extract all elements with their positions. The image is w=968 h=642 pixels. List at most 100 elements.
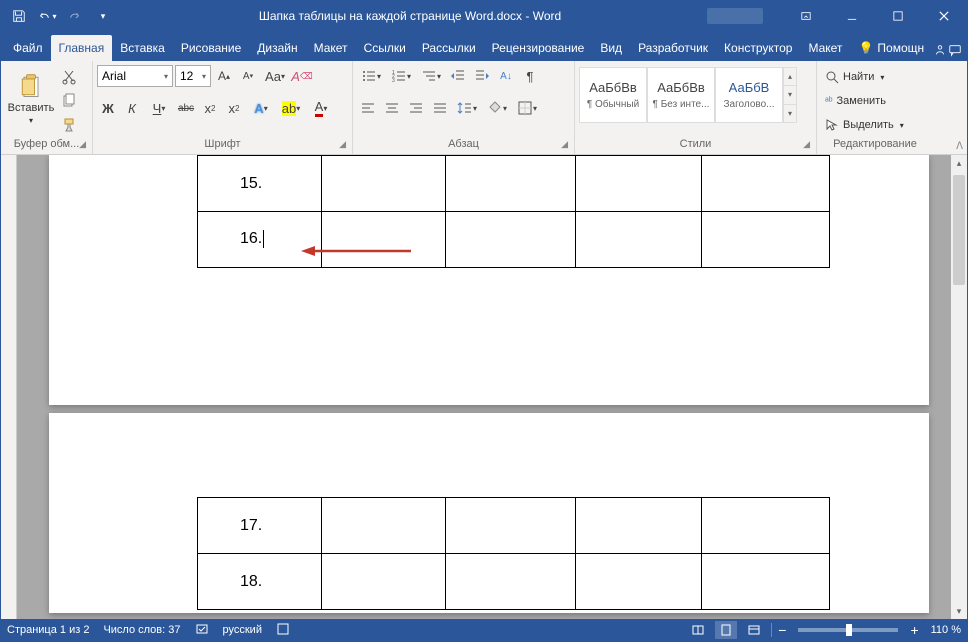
maximize-button[interactable] <box>875 1 921 31</box>
align-left-icon[interactable] <box>357 97 379 119</box>
tab-view[interactable]: Вид <box>592 35 630 61</box>
tab-review[interactable]: Рецензирование <box>484 35 593 61</box>
minimize-button[interactable] <box>829 1 875 31</box>
select-button[interactable]: Выделить▾ <box>821 115 908 135</box>
italic-button[interactable]: К <box>121 97 143 119</box>
tab-draw[interactable]: Рисование <box>173 35 249 61</box>
document-table-2[interactable]: 17. 18. <box>197 497 830 610</box>
print-layout-icon[interactable] <box>715 621 737 639</box>
ribbon-display-options[interactable] <box>783 1 829 31</box>
replace-button[interactable]: ᵃᵇЗаменить <box>821 91 908 111</box>
borders-icon[interactable]: ▾ <box>513 97 541 119</box>
tab-layout[interactable]: Макет <box>306 35 356 61</box>
change-case-icon[interactable]: Aa▾ <box>261 65 289 87</box>
style-no-spacing[interactable]: АаБбВв¶ Без инте... <box>647 67 715 123</box>
vertical-ruler[interactable] <box>1 155 17 619</box>
redo-icon[interactable] <box>65 6 85 26</box>
page-indicator[interactable]: Страница 1 из 2 <box>7 624 89 636</box>
find-button[interactable]: Найти▾ <box>821 67 908 87</box>
tab-insert[interactable]: Вставка <box>112 35 173 61</box>
statusbar: Страница 1 из 2 Число слов: 37 русский −… <box>1 619 967 641</box>
style-normal[interactable]: АаБбВв¶ Обычный <box>579 67 647 123</box>
ribbon-tabs: Файл Главная Вставка Рисование Дизайн Ма… <box>1 31 967 61</box>
highlight-icon[interactable]: ab▾ <box>277 97 305 119</box>
font-name-select[interactable]: Arial▾ <box>97 65 173 87</box>
tab-table-design[interactable]: Конструктор <box>716 35 800 61</box>
accessibility-icon[interactable] <box>276 622 290 639</box>
vertical-scrollbar[interactable]: ▴ ▾ <box>951 155 967 619</box>
read-mode-icon[interactable] <box>687 621 709 639</box>
collapse-ribbon-icon[interactable]: ᐱ <box>956 141 963 152</box>
tab-developer[interactable]: Разработчик <box>630 35 716 61</box>
comments-icon[interactable] <box>948 43 963 61</box>
zoom-in-button[interactable]: + <box>910 622 918 638</box>
superscript-button[interactable]: x2 <box>223 97 245 119</box>
numbering-icon[interactable]: 123▾ <box>387 65 415 87</box>
qat-dropdown-icon[interactable]: ▾ <box>93 6 113 26</box>
language-indicator[interactable]: русский <box>223 624 262 636</box>
clipboard-launcher[interactable]: ◢ <box>79 139 86 150</box>
underline-button[interactable]: Ч▾ <box>145 97 173 119</box>
document-table-1[interactable]: 15. 16. <box>197 155 830 268</box>
page-2[interactable]: 17. 18. <box>49 413 929 613</box>
styles-gallery-arrows[interactable]: ▴▾▾ <box>783 67 797 123</box>
font-size-select[interactable]: 12▾ <box>175 65 211 87</box>
tab-design[interactable]: Дизайн <box>249 35 305 61</box>
share-icon[interactable] <box>932 43 947 61</box>
group-paragraph: ▾ 123▾ ▾ A↓ ¶ ▾ ▾ ▾ Абза <box>353 61 575 154</box>
pilcrow-icon[interactable]: ¶ <box>519 65 541 87</box>
text-effects-icon[interactable]: A▾ <box>247 97 275 119</box>
zoom-out-button[interactable]: − <box>778 622 786 638</box>
font-color-icon[interactable]: A▾ <box>307 97 335 119</box>
multilevel-icon[interactable]: ▾ <box>417 65 445 87</box>
cut-icon[interactable] <box>59 67 79 87</box>
shading-icon[interactable]: ▾ <box>483 97 511 119</box>
tab-mailings[interactable]: Рассылки <box>414 35 484 61</box>
style-heading1[interactable]: АаБбВЗаголово... <box>715 67 783 123</box>
annotation-arrow-icon <box>301 243 411 259</box>
paragraph-launcher[interactable]: ◢ <box>561 139 568 150</box>
line-spacing-icon[interactable]: ▾ <box>453 97 481 119</box>
page-1[interactable]: 15. 16. <box>49 155 929 405</box>
tab-references[interactable]: Ссылки <box>356 35 414 61</box>
save-icon[interactable] <box>9 6 29 26</box>
decrease-indent-icon[interactable] <box>447 65 469 87</box>
ribbon: Вставить ▾ Буфер обм...◢ Arial▾ 12▾ A▴ A… <box>1 61 967 155</box>
strike-button[interactable]: abc <box>175 97 197 119</box>
table-row: 16. <box>198 212 830 268</box>
account-badge[interactable] <box>707 8 763 24</box>
undo-icon[interactable]: ▾ <box>37 6 57 26</box>
zoom-level[interactable]: 110 % <box>931 624 961 636</box>
subscript-button[interactable]: x2 <box>199 97 221 119</box>
copy-icon[interactable] <box>59 91 79 111</box>
svg-text:3: 3 <box>392 78 395 84</box>
sort-icon[interactable]: A↓ <box>495 65 517 87</box>
web-layout-icon[interactable] <box>743 621 765 639</box>
close-button[interactable] <box>921 1 967 31</box>
group-styles: АаБбВв¶ Обычный АаБбВв¶ Без инте... АаБб… <box>575 61 817 154</box>
group-editing: Найти▾ ᵃᵇЗаменить Выделить▾ Редактирован… <box>817 61 933 154</box>
paste-button[interactable]: Вставить ▾ <box>5 63 57 133</box>
align-right-icon[interactable] <box>405 97 427 119</box>
format-painter-icon[interactable] <box>59 115 79 135</box>
styles-launcher[interactable]: ◢ <box>803 139 810 150</box>
tell-me[interactable]: 💡Помощн <box>850 35 932 61</box>
bullets-icon[interactable]: ▾ <box>357 65 385 87</box>
word-count[interactable]: Число слов: 37 <box>103 624 180 636</box>
align-center-icon[interactable] <box>381 97 403 119</box>
font-launcher[interactable]: ◢ <box>339 139 346 150</box>
clear-format-icon[interactable]: A⌫ <box>291 65 313 87</box>
window-title: Шапка таблицы на каждой странице Word.do… <box>113 9 707 23</box>
justify-icon[interactable] <box>429 97 451 119</box>
group-font: Arial▾ 12▾ A▴ A▾ Aa▾ A⌫ Ж К Ч▾ abc x2 x2… <box>93 61 353 154</box>
decrease-font-icon[interactable]: A▾ <box>237 65 259 87</box>
bold-button[interactable]: Ж <box>97 97 119 119</box>
increase-font-icon[interactable]: A▴ <box>213 65 235 87</box>
tab-table-layout[interactable]: Макет <box>800 35 850 61</box>
tab-file[interactable]: Файл <box>5 35 51 61</box>
proofing-icon[interactable] <box>195 622 209 639</box>
increase-indent-icon[interactable] <box>471 65 493 87</box>
tab-home[interactable]: Главная <box>51 35 113 61</box>
table-row: 18. <box>198 554 830 610</box>
zoom-slider[interactable] <box>798 628 898 632</box>
